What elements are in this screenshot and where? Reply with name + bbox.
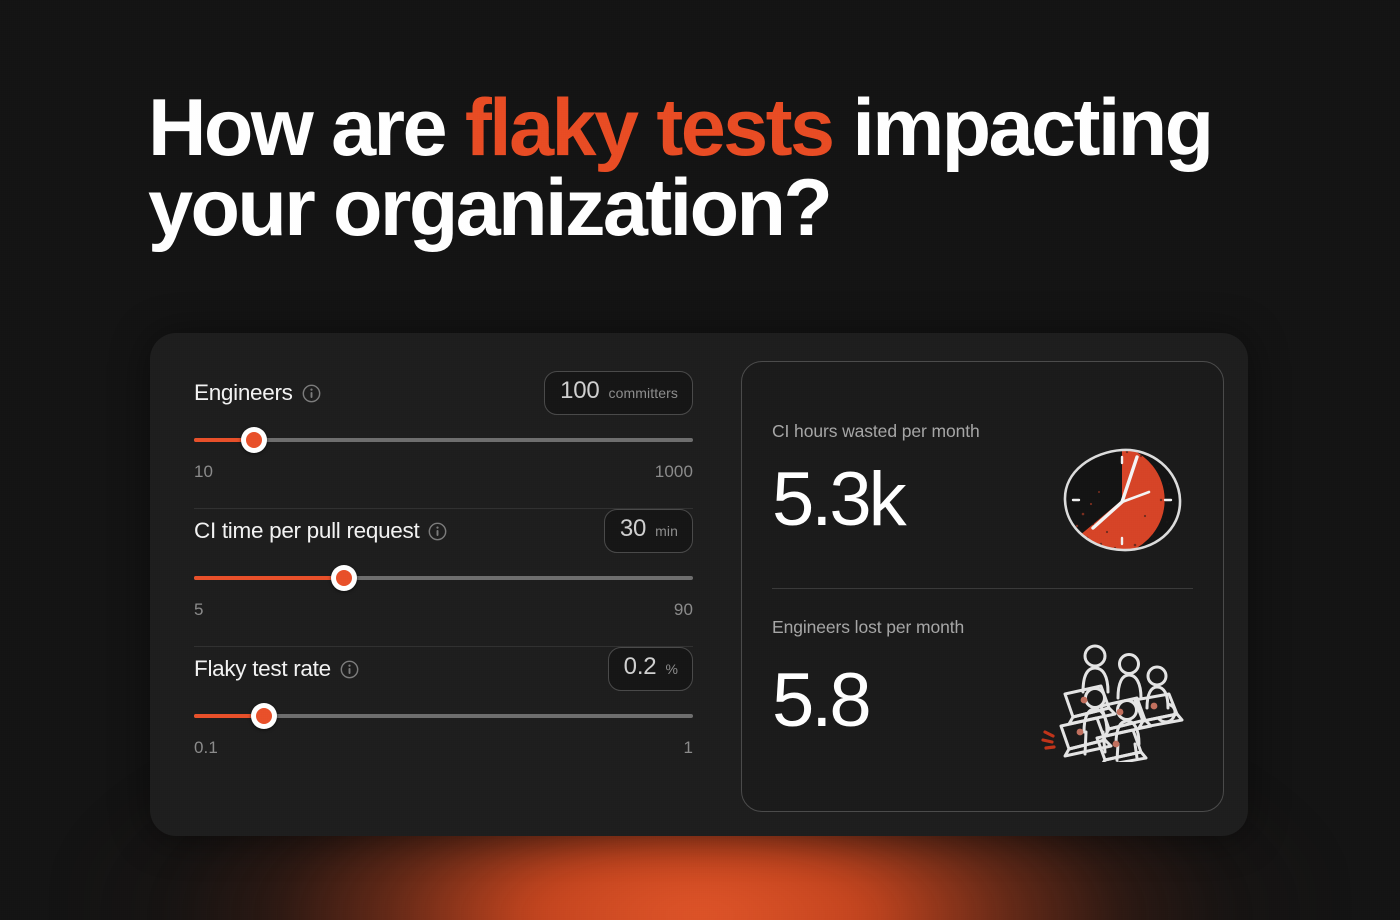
headline-accent: flaky tests <box>464 83 835 173</box>
slider-engineers[interactable] <box>194 427 693 453</box>
slider-thumb[interactable] <box>240 427 267 453</box>
clock-illustration <box>1063 448 1182 551</box>
slider-min-ci-time: 5 <box>194 600 204 619</box>
slider-range-labels: 10 1000 <box>194 462 693 482</box>
slider-label-engineers: Engineers <box>194 380 293 405</box>
slider-label-ci-time: CI time per pull request <box>194 518 420 543</box>
metric-label-engineers-lost: Engineers lost per month <box>772 616 965 637</box>
slider-min-flaky-rate: 0.1 <box>194 738 218 757</box>
slider-header: CI time per pull request 30 min <box>194 509 693 553</box>
slider-flaky-rate[interactable] <box>194 703 693 729</box>
slider-track <box>194 438 693 442</box>
slider-min-engineers: 10 <box>194 462 214 481</box>
metric-value-engineers-lost: 5.8 <box>772 657 872 743</box>
page-title: How are flaky tests impacting your organ… <box>148 87 1268 248</box>
info-icon[interactable] <box>340 660 359 679</box>
unit-ci-time: min <box>655 523 678 539</box>
slider-header: Flaky test rate 0.2 % <box>194 647 693 691</box>
value-engineers: 100 <box>560 377 600 404</box>
metric-ci-hours-wasted: CI hours wasted per month 5.3k <box>772 388 1193 588</box>
metric-label-ci-hours: CI hours wasted per month <box>772 420 980 441</box>
results-card: CI hours wasted per month 5.3k Engineers… <box>741 361 1224 812</box>
slider-range-labels: 5 90 <box>194 600 693 620</box>
metric-body: 5.3k <box>772 444 1193 556</box>
inputs-panel: Engineers 100 committers 10 1000 CI time… <box>174 361 715 812</box>
slider-max-flaky-rate: 1 <box>683 738 693 757</box>
slider-thumb[interactable] <box>250 703 277 729</box>
slider-thumb[interactable] <box>330 565 357 591</box>
slider-range-labels: 0.1 1 <box>194 738 693 758</box>
headline-part-before: How are <box>148 83 465 173</box>
value-pill-flaky-rate[interactable]: 0.2 % <box>607 647 693 691</box>
slider-header: Engineers 100 committers <box>194 371 693 415</box>
value-pill-ci-time[interactable]: 30 min <box>603 509 693 553</box>
metric-body: 5.8 <box>772 640 1193 762</box>
metric-value-ci-hours: 5.3k <box>772 456 907 542</box>
slider-group-engineers: Engineers 100 committers 10 1000 <box>194 371 693 486</box>
value-ci-time: 30 <box>619 515 647 542</box>
info-icon[interactable] <box>428 522 447 541</box>
slider-label-flaky-rate: Flaky test rate <box>194 656 331 681</box>
calculator-card: Engineers 100 committers 10 1000 CI time… <box>150 333 1248 836</box>
info-icon[interactable] <box>302 384 321 403</box>
slider-max-engineers: 1000 <box>654 462 693 481</box>
unit-engineers: committers <box>608 385 678 401</box>
slider-group-ci-time: CI time per pull request 30 min 5 90 <box>194 509 693 624</box>
value-flaky-rate: 0.2 <box>623 653 657 680</box>
slider-track-fill <box>194 576 344 580</box>
metric-engineers-lost: Engineers lost per month 5.8 <box>772 589 1193 789</box>
engineers-at-laptops-illustration <box>1041 644 1184 762</box>
unit-flaky-rate: % <box>665 661 678 677</box>
slider-ci-time[interactable] <box>194 565 693 591</box>
slider-max-ci-time: 90 <box>673 600 693 619</box>
value-pill-engineers[interactable]: 100 committers <box>544 371 693 415</box>
slider-group-flaky-rate: Flaky test rate 0.2 % 0.1 1 <box>194 647 693 762</box>
